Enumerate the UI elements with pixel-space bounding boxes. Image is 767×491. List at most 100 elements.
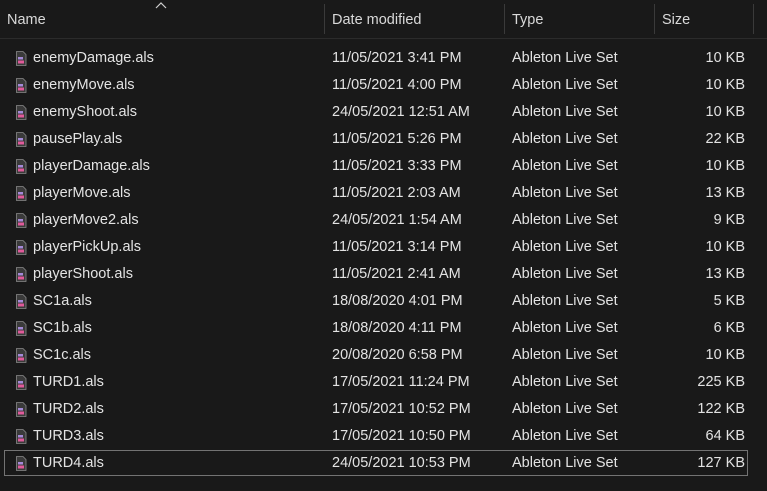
file-name: TURD3.als	[33, 428, 104, 444]
file-date-modified: 24/05/2021 10:53 PM	[332, 455, 471, 471]
file-type: Ableton Live Set	[512, 185, 618, 201]
column-header-name[interactable]: Name	[0, 0, 324, 38]
file-size: 225 KB	[697, 374, 745, 390]
file-name: enemyMove.als	[33, 77, 135, 93]
file-name: TURD2.als	[33, 401, 104, 417]
file-date-modified: 17/05/2021 10:52 PM	[332, 401, 471, 417]
file-type: Ableton Live Set	[512, 293, 618, 309]
file-row[interactable]: playerMove.als 11/05/2021 2:03 AM Ableton …	[0, 180, 767, 207]
ableton-file-icon	[16, 456, 27, 471]
file-row[interactable]: playerPickUp.als 11/05/2021 3:14 PM Ableto…	[0, 234, 767, 261]
file-row[interactable]: TURD2.als 17/05/2021 10:52 PM Ableton Live…	[0, 396, 767, 423]
file-row[interactable]: SC1b.als 18/08/2020 4:11 PM Ableton Live S…	[0, 315, 767, 342]
file-date-modified: 24/05/2021 12:51 AM	[332, 104, 470, 120]
file-size: 13 KB	[705, 185, 746, 201]
file-date-modified: 11/05/2021 2:03 AM	[332, 185, 461, 201]
file-date-modified: 20/08/2020 6:58 PM	[332, 347, 463, 363]
column-header-date-label: Date modified	[332, 12, 422, 28]
file-row[interactable]: enemyMove.als 11/05/2021 4:00 PM Ableton L…	[0, 72, 767, 99]
ableton-file-icon	[16, 321, 27, 336]
column-header-date[interactable]: Date modified	[325, 0, 504, 38]
file-size: 10 KB	[705, 347, 746, 363]
file-row[interactable]: TURD4.als 24/05/2021 10:53 PM Ableton Live…	[0, 450, 767, 477]
ableton-file-icon	[16, 429, 27, 444]
file-type: Ableton Live Set	[512, 428, 618, 444]
file-name: TURD1.als	[33, 374, 104, 390]
file-row[interactable]: SC1a.als 18/08/2020 4:01 PM Ableton Live S…	[0, 288, 767, 315]
file-size: 13 KB	[705, 266, 746, 282]
file-name: SC1b.als	[33, 320, 92, 336]
ableton-file-icon	[16, 294, 27, 309]
file-row[interactable]: enemyShoot.als 24/05/2021 12:51 AM Ableton…	[0, 99, 767, 126]
file-name: pausePlay.als	[33, 131, 123, 147]
ableton-file-icon	[16, 375, 27, 390]
ableton-file-icon	[16, 159, 27, 174]
file-row[interactable]: playerMove2.als 24/05/2021 1:54 AM Ableton…	[0, 207, 767, 234]
file-row[interactable]: playerDamage.als 11/05/2021 3:33 PM Ableto…	[0, 153, 767, 180]
column-header-bar: Name Date modified Type Size	[0, 0, 767, 39]
file-type: Ableton Live Set	[512, 131, 618, 147]
file-size: 10 KB	[705, 239, 746, 255]
ableton-file-icon	[16, 240, 27, 255]
column-header-size-label: Size	[662, 12, 691, 28]
file-name: TURD4.als	[33, 455, 104, 471]
file-name: enemyShoot.als	[33, 104, 137, 120]
file-name: playerMove.als	[33, 185, 131, 201]
file-row[interactable]: TURD1.als 17/05/2021 11:24 PM Ableton Live…	[0, 369, 767, 396]
file-row[interactable]: pausePlay.als 11/05/2021 5:26 PM Ableton L…	[0, 126, 767, 153]
file-row[interactable]: TURD3.als 17/05/2021 10:50 PM Ableton Live…	[0, 423, 767, 450]
file-date-modified: 11/05/2021 4:00 PM	[332, 77, 462, 93]
file-size: 122 KB	[697, 401, 745, 417]
file-date-modified: 11/05/2021 3:14 PM	[332, 239, 462, 255]
file-name: playerPickUp.als	[33, 239, 141, 255]
ableton-file-icon	[16, 78, 27, 93]
file-type: Ableton Live Set	[512, 401, 618, 417]
file-size: 9 KB	[713, 212, 745, 228]
file-row[interactable]: playerShoot.als 11/05/2021 2:41 AM Ableton…	[0, 261, 767, 288]
file-date-modified: 11/05/2021 5:26 PM	[332, 131, 462, 147]
file-type: Ableton Live Set	[512, 77, 618, 93]
file-date-modified: 24/05/2021 1:54 AM	[332, 212, 462, 228]
sort-up-chevron-icon	[155, 2, 167, 9]
column-header-size[interactable]: Size	[655, 0, 753, 38]
file-list: enemyDamage.als 11/05/2021 3:41 PM Ableton…	[0, 45, 767, 477]
file-date-modified: 11/05/2021 2:41 AM	[332, 266, 461, 282]
file-date-modified: 18/08/2020 4:11 PM	[332, 320, 462, 336]
file-name: SC1c.als	[33, 347, 92, 363]
file-size: 127 KB	[697, 455, 745, 471]
column-header-type[interactable]: Type	[505, 0, 654, 38]
file-type: Ableton Live Set	[512, 104, 618, 120]
file-row[interactable]: SC1c.als 20/08/2020 6:58 PM Ableton Live S…	[0, 342, 767, 369]
file-name: playerShoot.als	[33, 266, 133, 282]
file-size: 22 KB	[705, 131, 746, 147]
ableton-file-icon	[16, 186, 27, 201]
file-size: 64 KB	[705, 428, 746, 444]
file-type: Ableton Live Set	[512, 50, 618, 66]
file-type: Ableton Live Set	[512, 374, 618, 390]
column-header-type-label: Type	[512, 12, 544, 28]
ableton-file-icon	[16, 348, 27, 363]
column-divider[interactable]	[753, 4, 754, 34]
file-explorer-details-view: Name Date modified Type Size enemyDamage…	[0, 0, 767, 491]
file-type: Ableton Live Set	[512, 266, 618, 282]
file-size: 6 KB	[713, 320, 745, 336]
ableton-file-icon	[16, 105, 27, 120]
ableton-file-icon	[16, 213, 27, 228]
file-name: playerMove2.als	[33, 212, 139, 228]
file-type: Ableton Live Set	[512, 239, 618, 255]
file-size: 10 KB	[705, 50, 746, 66]
ableton-file-icon	[16, 132, 27, 147]
file-name: playerDamage.als	[33, 158, 150, 174]
ableton-file-icon	[16, 267, 27, 282]
file-type: Ableton Live Set	[512, 320, 618, 336]
file-date-modified: 17/05/2021 10:50 PM	[332, 428, 471, 444]
file-type: Ableton Live Set	[512, 158, 618, 174]
file-date-modified: 17/05/2021 11:24 PM	[332, 374, 470, 390]
file-row[interactable]: enemyDamage.als 11/05/2021 3:41 PM Ableton…	[0, 45, 767, 72]
file-size: 5 KB	[713, 293, 745, 309]
file-size: 10 KB	[705, 77, 746, 93]
ableton-file-icon	[16, 402, 27, 417]
file-date-modified: 18/08/2020 4:01 PM	[332, 293, 463, 309]
file-type: Ableton Live Set	[512, 347, 618, 363]
file-type: Ableton Live Set	[512, 455, 618, 471]
